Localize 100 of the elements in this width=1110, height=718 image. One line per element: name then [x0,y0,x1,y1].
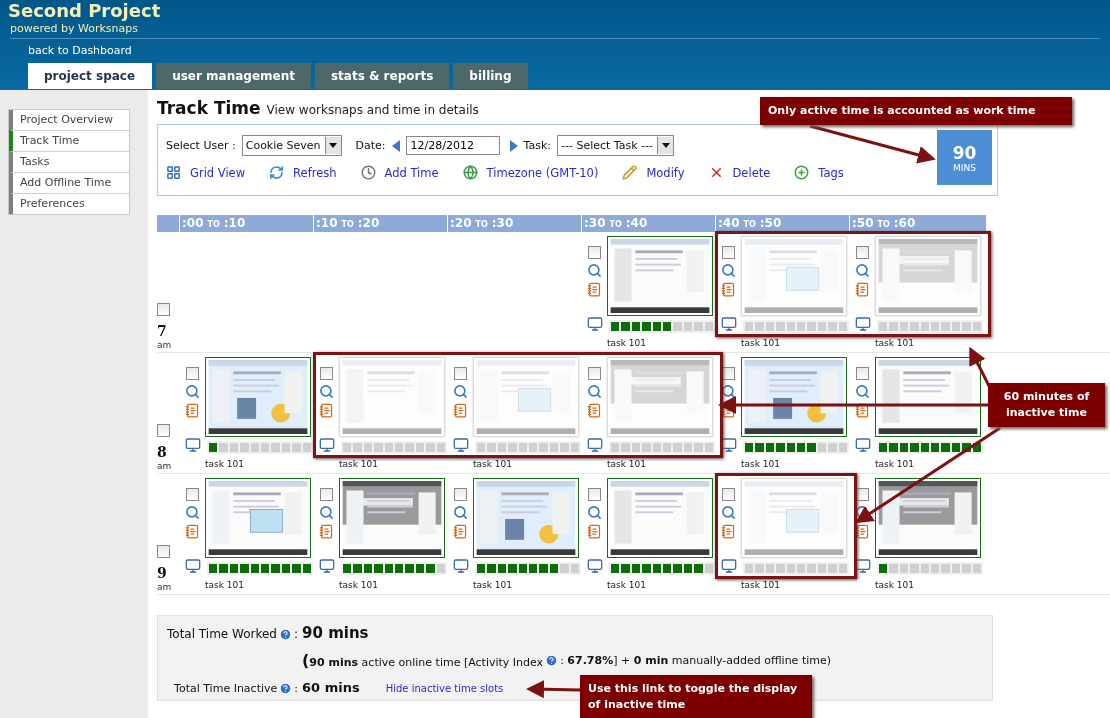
action-link[interactable]: Add Time [360,165,439,180]
monitor-icon[interactable] [318,558,335,574]
worked-value: 90 mins [302,624,370,642]
task-label: task 101 [607,580,647,591]
action-link[interactable]: Delete [708,165,771,180]
tab[interactable]: billing [453,63,528,89]
checkbox[interactable] [856,246,869,259]
help-icon[interactable] [279,681,293,695]
task-label: task 101 [339,580,379,591]
column-header: :20 TO :30 [447,215,581,233]
checkbox[interactable] [186,488,199,501]
checkbox[interactable] [588,488,601,501]
task-label: task 101 [875,580,915,591]
checkbox[interactable] [454,367,467,380]
monitor-icon[interactable] [184,437,201,453]
task-label: task 101 [339,459,379,470]
offline-time-text: : 67.78%] + 0 min manually-added offline time) [560,654,832,668]
tab[interactable]: user management [156,63,311,89]
annotation-callout: Use this link to toggle the display of inactive time [580,675,812,718]
sidebar-item[interactable]: Tasks [9,151,129,172]
monitor-icon[interactable] [586,437,603,453]
previous-icon[interactable] [391,139,400,152]
checkbox[interactable] [157,303,170,316]
inactive-label: Total Time Inactive [174,681,278,695]
monitor-icon[interactable] [586,316,603,332]
checkbox[interactable] [588,246,601,259]
hour-period: am [157,461,173,471]
pencil-icon [622,165,638,180]
task-label: task 101 [741,459,781,470]
task-label: task 101 [607,459,647,470]
column-header: :00 TO :10 [179,215,313,233]
page-subtitle: View worksnaps and time in details [266,103,479,117]
project-subtitle: powered by Worksnaps [10,22,1100,39]
monitor-icon[interactable] [854,558,871,574]
action-link[interactable]: Refresh [269,165,337,180]
task-label: task 101 [875,338,915,349]
task-select[interactable]: --- Select Task --- [557,135,674,156]
checkbox[interactable] [320,367,333,380]
monitor-icon[interactable] [318,437,335,453]
column-header: :10 TO :20 [313,215,447,233]
annotation-callout: Only active time is accounted as work time [760,97,1072,125]
worked-label: Total Time Worked [167,627,277,641]
checkbox[interactable] [722,246,735,259]
user-select[interactable]: Cookie Seven [241,135,342,156]
sidebar-item[interactable]: Project Overview [9,110,129,130]
task-label: task 101 [607,338,647,349]
caret-icon [329,143,338,148]
task-label: task 101 [205,580,245,591]
checkbox[interactable] [186,367,199,380]
date-label: Date: [355,139,386,152]
annotation-callout: 60 minutes of inactive time [988,383,1105,427]
caret-icon [661,143,670,148]
monitor-icon[interactable] [720,558,737,574]
action-link[interactable]: Tags [794,165,844,180]
checkbox[interactable] [157,545,170,558]
checkbox[interactable] [320,488,333,501]
monitor-icon[interactable] [720,437,737,453]
monitor-icon[interactable] [854,316,871,332]
sidebar-item[interactable]: Track Time [9,130,129,151]
action-link[interactable]: Modify [622,165,685,180]
help-icon[interactable] [279,627,292,641]
search-icon[interactable] [721,384,736,399]
monitor-icon[interactable] [452,558,469,574]
clock-icon [360,165,376,180]
column-header: :50 TO :60 [849,215,983,233]
monitor-icon[interactable] [452,437,469,453]
project-title: Second Project [8,0,162,22]
column-header: :30 TO :40 [581,215,715,233]
tab[interactable]: stats & reports [314,63,450,89]
tab[interactable]: project space [28,63,153,89]
checkbox[interactable] [856,367,869,380]
action-link[interactable]: Grid View [166,165,246,180]
hour-label: 9 [157,565,168,581]
monitor-icon[interactable] [184,558,201,574]
online-time-text: (90 mins active online time [Activity Index [302,651,544,671]
monitor-icon[interactable] [854,437,871,453]
hour-period: am [157,340,173,350]
notes-icon[interactable] [855,524,870,539]
help-icon[interactable] [545,654,559,668]
arrow [526,680,581,699]
task-label: task 101 [205,459,245,470]
checkbox[interactable] [157,424,170,437]
colon-label: : [294,627,299,641]
date-field[interactable]: 12/28/2012 [405,136,500,155]
grid-icon [166,165,181,180]
sidebar-item[interactable]: Preferences [9,193,129,214]
inactive-value: 60 mins [302,679,360,695]
action-link[interactable]: Timezone (GMT-10) [462,165,599,180]
monitor-icon[interactable] [720,316,737,332]
user-label: Select User : [166,139,236,152]
checkbox[interactable] [588,367,601,380]
total-unit: MINS [953,162,976,173]
back-link[interactable]: back to Dashboard [28,45,132,57]
next-icon[interactable] [509,139,518,152]
hour-period: am [157,582,173,592]
checkbox[interactable] [454,488,467,501]
monitor-icon[interactable] [586,558,603,574]
checkbox[interactable] [722,488,735,501]
sidebar-item[interactable]: Add Offline Time [9,172,129,193]
hour-label: 8 [157,444,168,460]
